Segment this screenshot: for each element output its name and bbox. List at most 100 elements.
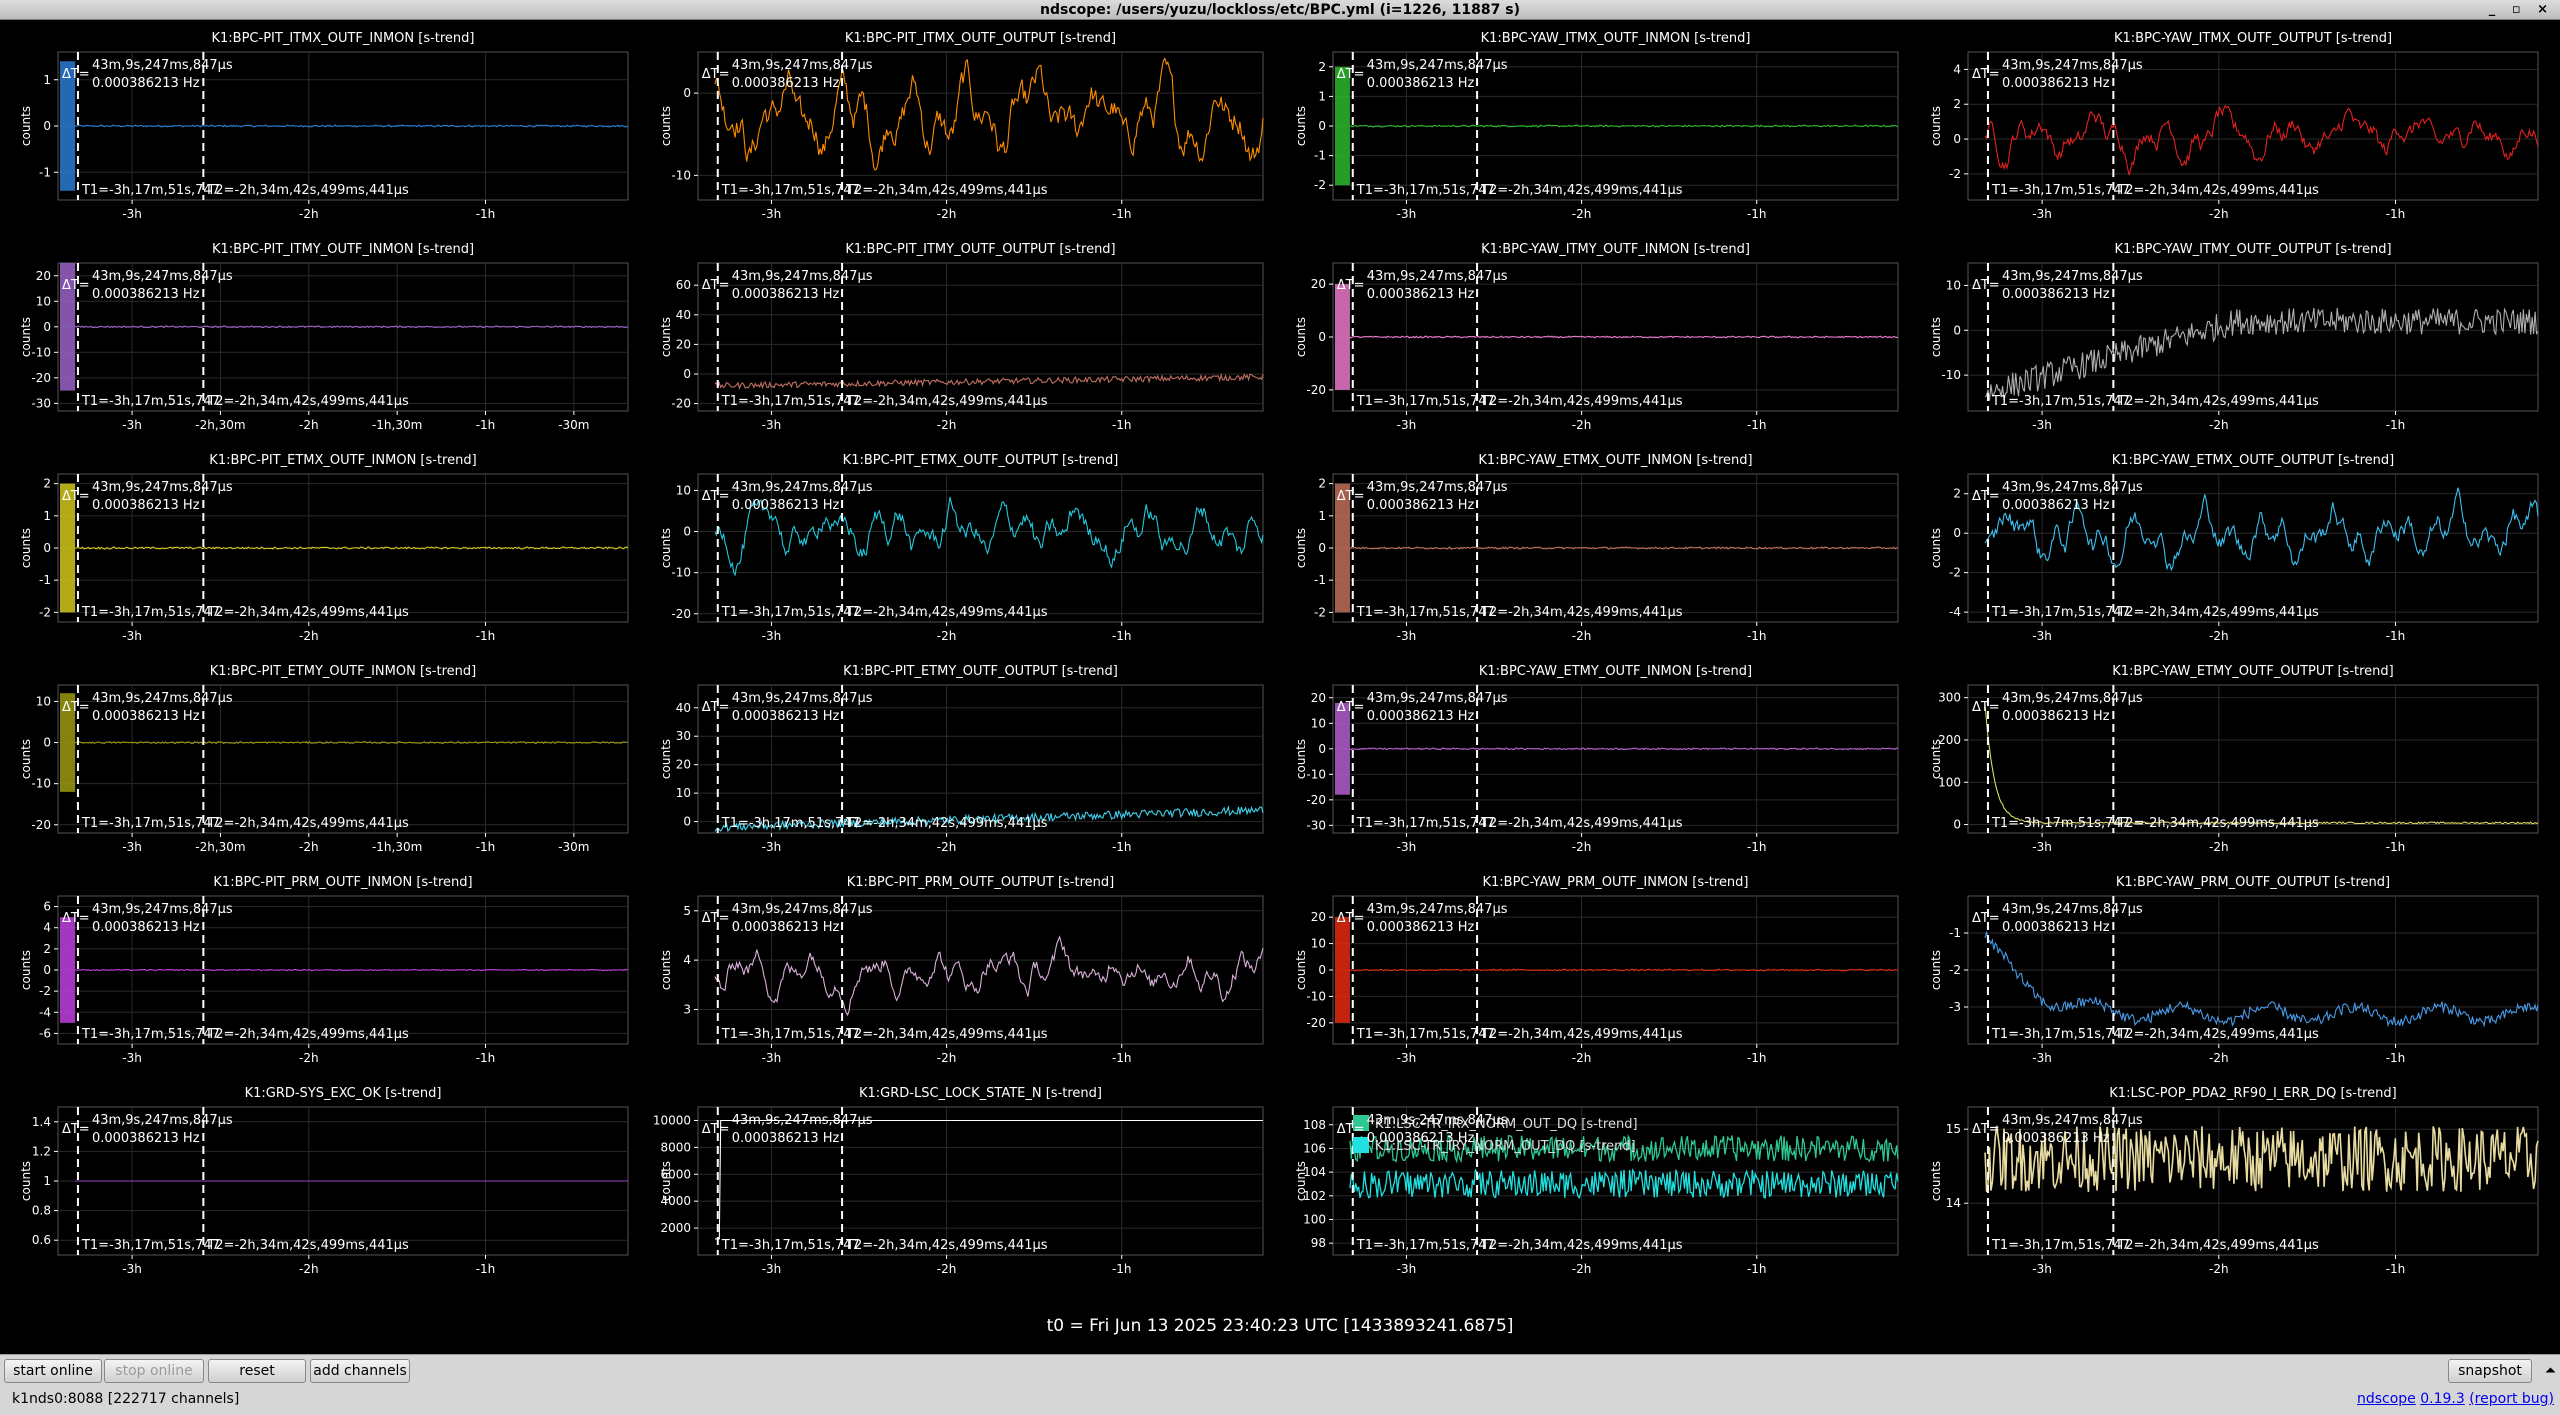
plot-panel[interactable]: K1:BPC-PIT_ITMY_OUTF_INMON [s-trend] 20 10…	[19, 242, 629, 432]
data-burst	[1335, 917, 1350, 1023]
frequency-value: 0.000386213 Hz	[92, 76, 200, 91]
plot-panel[interactable]: K1:BPC-PIT_ETMY_OUTF_OUTPUT [s-trend] 40 3…	[659, 664, 1264, 854]
snapshot-button[interactable]: snapshot	[2448, 1359, 2532, 1383]
plot-panel[interactable]: K1:BPC-YAW_ITMY_OUTF_INMON [s-trend] 20 0 -…	[1294, 242, 1899, 432]
x-tick-label: -1h	[1112, 418, 1132, 432]
y-tick-label: 40	[676, 308, 691, 322]
x-tick-label: -3h	[122, 840, 142, 854]
x-tick-label: -1h,30m	[372, 840, 422, 854]
y-tick-label: -10	[31, 777, 51, 791]
cursor-t2-label: T2=-2h,34m,42s,499ms,441μs	[2116, 605, 2319, 620]
stop-online-button[interactable]: stop online	[104, 1359, 204, 1383]
data-burst	[1335, 702, 1350, 795]
x-tick-label: -2h	[2209, 1051, 2229, 1065]
delta-t-label: ΔT=	[1337, 1122, 1365, 1137]
app-link[interactable]: ndscope	[2357, 1391, 2416, 1407]
plot-title: K1:BPC-PIT_ITMX_OUTF_OUTPUT [s-trend]	[845, 31, 1116, 46]
plot-panel[interactable]: K1:GRD-LSC_LOCK_STATE_N [s-trend] 10000 80…	[653, 1086, 1264, 1276]
plot-panel[interactable]: K1:BPC-YAW_ITMY_OUTF_OUTPUT [s-trend] 10 0…	[1929, 242, 2539, 432]
y-tick-label: 0	[1318, 119, 1326, 133]
y-tick-label: 30	[676, 729, 691, 743]
cursor-t2-label: T2=-2h,34m,42s,499ms,441μs	[2116, 1238, 2319, 1253]
reset-button[interactable]: reset	[208, 1359, 306, 1383]
delta-t-value: 43m,9s,247ms,847μs	[92, 691, 233, 706]
report-bug-link[interactable]: (report bug)	[2469, 1391, 2554, 1407]
plot-panel[interactable]: K1:BPC-YAW_ETMX_OUTF_INMON [s-trend] 2 1 0 -…	[1294, 453, 1899, 643]
plot-area	[57, 262, 629, 412]
y-axis-label: counts	[1929, 528, 1943, 568]
y-tick-label: 6	[43, 900, 51, 914]
x-tick-label: -1h	[476, 629, 496, 643]
y-tick-label: 0.6	[32, 1233, 51, 1247]
plot-panel[interactable]: K1:BPC-YAW_ITMX_OUTF_OUTPUT [s-trend] 4 2 0…	[1929, 31, 2539, 221]
x-tick-label: -2h	[1572, 629, 1592, 643]
plot-panel[interactable]: K1:BPC-YAW_PRM_OUTF_INMON [s-trend] 20 10 0…	[1294, 875, 1899, 1065]
delta-t-value: 43m,9s,247ms,847μs	[732, 58, 873, 73]
plot-panel[interactable]: K1:BPC-YAW_ETMY_OUTF_INMON [s-trend] 20 10…	[1294, 664, 1899, 854]
delta-t-label: ΔT=	[62, 278, 90, 293]
add-channels-label: add channels	[313, 1363, 407, 1379]
x-tick-label: -2h	[299, 418, 319, 432]
y-axis-label: counts	[1294, 950, 1308, 990]
start-online-button[interactable]: start online	[4, 1359, 102, 1383]
plot-panel[interactable]: K1:GRD-SYS_EXC_OK [s-trend] 1.4 1.2 1 0.8 0.6…	[19, 1086, 629, 1276]
stop-online-label: stop online	[115, 1363, 193, 1379]
x-tick-label: -2h,30m	[195, 840, 245, 854]
plot-panel[interactable]: 10810610410210098counts-3h -2h -1hK1:LSC-T…	[1294, 1106, 1899, 1276]
cursor-t1-label: T1=-3h,17m,51s,747	[721, 183, 860, 198]
x-tick-label: -2h	[937, 1262, 957, 1276]
x-tick-label: -3h	[2032, 840, 2052, 854]
frequency-value: 0.000386213 Hz	[2002, 76, 2110, 91]
x-tick-label: -2h	[937, 840, 957, 854]
x-tick-label: -3h	[762, 1051, 782, 1065]
y-tick-label: -20	[1306, 793, 1326, 807]
y-axis-label: counts	[659, 528, 673, 568]
y-axis-label: counts	[1294, 528, 1308, 568]
y-axis-label: counts	[659, 739, 673, 779]
window-controls[interactable]: _ ▫ ×	[2489, 0, 2554, 20]
y-tick-label: 108	[1303, 1118, 1326, 1132]
plot-title: K1:BPC-PIT_PRM_OUTF_OUTPUT [s-trend]	[847, 875, 1114, 890]
chevron-up-icon[interactable]: ⏶	[2545, 1363, 2556, 1379]
plot-title: K1:BPC-PIT_ITMX_OUTF_INMON [s-trend]	[212, 31, 475, 46]
delta-t-value: 43m,9s,247ms,847μs	[1367, 1113, 1508, 1128]
y-axis-label: counts	[1929, 739, 1943, 779]
x-tick-label: -3h	[122, 207, 142, 221]
plot-panel[interactable]: K1:BPC-YAW_PRM_OUTF_OUTPUT [s-trend] -1 -2…	[1929, 875, 2539, 1065]
cursor-t2-label: T2=-2h,34m,42s,499ms,441μs	[1480, 1027, 1683, 1042]
plot-area	[697, 473, 1264, 623]
plot-panel[interactable]: K1:BPC-PIT_PRM_OUTF_INMON [s-trend] 6 4 2 0 -…	[19, 875, 629, 1065]
plot-panel[interactable]: K1:BPC-PIT_PRM_OUTF_OUTPUT [s-trend] 5 4 3c…	[659, 875, 1264, 1065]
plot-panel[interactable]: K1:LSC-POP_PDA2_RF90_I_ERR_DQ [s-trend] 1…	[1929, 1086, 2539, 1276]
y-tick-label: 2	[1953, 97, 1961, 111]
plot-panel[interactable]: K1:BPC-YAW_ITMX_OUTF_INMON [s-trend] 2 1 0 -…	[1294, 31, 1899, 221]
delta-t-label: ΔT=	[1337, 911, 1365, 926]
plot-panel[interactable]: K1:BPC-PIT_ETMX_OUTF_INMON [s-trend] 2 1 0 -…	[19, 453, 629, 643]
x-tick-label: -1h	[2386, 1262, 2406, 1276]
plot-panel[interactable]: K1:BPC-PIT_ETMY_OUTF_INMON [s-trend] 10 0 -…	[19, 664, 629, 854]
y-tick-label: -2	[1949, 167, 1961, 181]
y-axis-label: counts	[19, 950, 33, 990]
x-tick-label: -2h	[1572, 418, 1592, 432]
delta-t-value: 43m,9s,247ms,847μs	[2002, 269, 2143, 284]
plot-panel[interactable]: K1:BPC-PIT_ETMX_OUTF_OUTPUT [s-trend] 10 0…	[659, 453, 1264, 643]
plot-panel[interactable]: K1:BPC-YAW_ETMX_OUTF_OUTPUT [s-trend] 2 0 -…	[1929, 453, 2539, 643]
plot-grid: K1:BPC-PIT_ITMX_OUTF_INMON [s-trend]10-1…	[19, 31, 2539, 1276]
delta-t-label: ΔT=	[702, 278, 730, 293]
y-tick-label: -30	[1306, 818, 1326, 832]
plot-area	[1967, 684, 2539, 834]
version-link[interactable]: 0.19.3	[2420, 1391, 2465, 1407]
plot-panel[interactable]: K1:BPC-YAW_ETMY_OUTF_OUTPUT [s-trend] 300…	[1929, 664, 2539, 854]
y-tick-label: 0	[43, 736, 51, 750]
cursor-t2-label: T2=-2h,34m,42s,499ms,441μs	[845, 816, 1048, 831]
plot-panel[interactable]: K1:BPC-PIT_ITMX_OUTF_OUTPUT [s-trend] 0 -1…	[659, 31, 1264, 221]
plot-panel[interactable]: K1:BPC-PIT_ITMX_OUTF_INMON [s-trend] 1 0 -1…	[19, 31, 629, 221]
x-tick-label: -1h	[1112, 629, 1132, 643]
frequency-value: 0.000386213 Hz	[732, 1131, 840, 1146]
frequency-value: 0.000386213 Hz	[2002, 709, 2110, 724]
frequency-value: 0.000386213 Hz	[732, 920, 840, 935]
y-tick-label: 2	[43, 477, 51, 491]
plot-panel[interactable]: K1:BPC-PIT_ITMY_OUTF_OUTPUT [s-trend] 60 4…	[659, 242, 1264, 432]
add-channels-button[interactable]: add channels	[310, 1359, 410, 1383]
y-tick-label: 1.4	[32, 1115, 51, 1129]
